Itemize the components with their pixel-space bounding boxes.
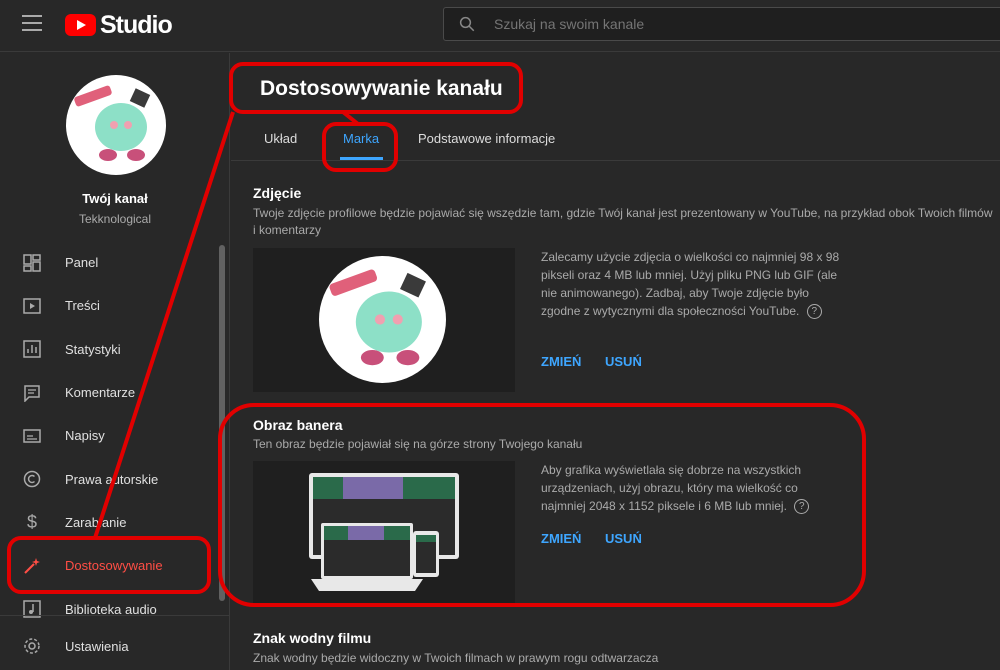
channel-handle: Tekknological [78,212,152,226]
comments-icon [22,383,42,403]
sidebar-item-label: Napisy [65,428,105,444]
content-icon [22,296,42,316]
monetization-icon: $ [26,511,37,532]
search-box[interactable] [443,7,1000,41]
photo-info: Zalecamy użycie zdjęcia o wielkości co n… [541,248,841,320]
photo-info-text: Zalecamy użycie zdjęcia o wielkości co n… [541,250,840,318]
main-content: Dostosowywanie kanału Układ Marka Podsta… [231,53,1000,670]
menu-icon[interactable] [22,15,42,33]
photo-change-button[interactable]: ZMIEŃ [541,354,581,369]
sidebar-item-label: Komentarze [65,385,136,401]
tab-bar: Układ Marka Podstawowe informacje [231,113,1000,161]
sidebar-scrollbar[interactable] [219,245,225,601]
sidebar-item-label: Zarabianie [65,514,127,530]
help-icon[interactable]: ? [794,499,810,515]
logo-text: Studio [100,10,173,39]
youtube-play-icon [65,14,96,36]
profile-photo-illustration [329,269,426,366]
sidebar-item-ustawienia[interactable]: Ustawienia [0,616,230,670]
page-title: Dostosowywanie kanału [260,77,503,100]
sidebar-item-label: Ustawienia [65,638,129,654]
avatar-illustration [74,85,151,161]
profile-photo-preview [253,248,515,392]
magic-wand-icon [22,556,42,576]
gear-icon [22,636,42,656]
banner-remove-button[interactable]: USUŃ [605,531,642,546]
photo-section-title: Zdjęcie [253,185,302,201]
banner-preview [253,461,515,605]
sidebar: Twój kanał Tekknological Panel Treści St… [0,53,230,670]
tab-uklad[interactable]: Układ [264,131,297,146]
sidebar-item-label: Treści [65,298,100,314]
banner-devices-illustration [309,473,459,591]
subtitles-icon [22,426,42,446]
banner-info: Aby grafika wyświetlała się dobrze na ws… [541,461,841,515]
watermark-section-title: Znak wodny filmu [253,630,372,646]
tab-podstawowe-informacje[interactable]: Podstawowe informacje [418,131,555,146]
channel-avatar[interactable] [66,75,166,175]
sidebar-item-zarabianie[interactable]: $ Zarabianie [0,501,218,544]
sidebar-item-label: Panel [65,255,99,271]
channel-name: Twój kanał [82,191,148,206]
sidebar-nav: Panel Treści Statystyki Komentarze Napis… [0,241,218,631]
top-bar: Studio [0,0,1000,52]
sidebar-item-tresci[interactable]: Treści [0,284,218,327]
profile-photo [319,256,446,383]
help-icon[interactable]: ? [806,304,822,320]
sidebar-item-napisy[interactable]: Napisy [0,414,218,457]
photo-remove-button[interactable]: USUŃ [605,354,642,369]
studio-logo[interactable]: Studio [65,10,173,39]
banner-section-title: Obraz banera [253,417,343,433]
photo-section-desc: Twoje zdjęcie profilowe będzie pojawiać … [253,206,993,237]
banner-section-desc: Ten obraz będzie pojawiał się na górze s… [253,437,583,451]
sidebar-item-label: Dostosowywanie [65,558,163,574]
sidebar-item-statystyki[interactable]: Statystyki [0,328,218,371]
sidebar-item-dostosowywanie[interactable]: Dostosowywanie [0,544,218,587]
banner-change-button[interactable]: ZMIEŃ [541,531,581,546]
sidebar-item-komentarze[interactable]: Komentarze [0,371,218,414]
copyright-icon [22,469,42,489]
sidebar-item-label: Statystyki [65,341,121,357]
sidebar-bottom: Ustawienia [0,615,230,670]
dashboard-icon [22,253,42,273]
tab-marka[interactable]: Marka [343,131,379,146]
watermark-section-desc: Znak wodny będzie widoczny w Twoich film… [253,651,659,665]
banner-info-text: Aby grafika wyświetlała się dobrze na ws… [541,463,802,513]
sidebar-item-prawa-autorskie[interactable]: Prawa autorskie [0,457,218,500]
search-icon [459,16,475,32]
sidebar-item-panel[interactable]: Panel [0,241,218,284]
active-tab-indicator [340,157,383,160]
analytics-icon [22,339,42,359]
search-input[interactable] [494,16,974,32]
sidebar-item-label: Prawa autorskie [65,471,159,487]
